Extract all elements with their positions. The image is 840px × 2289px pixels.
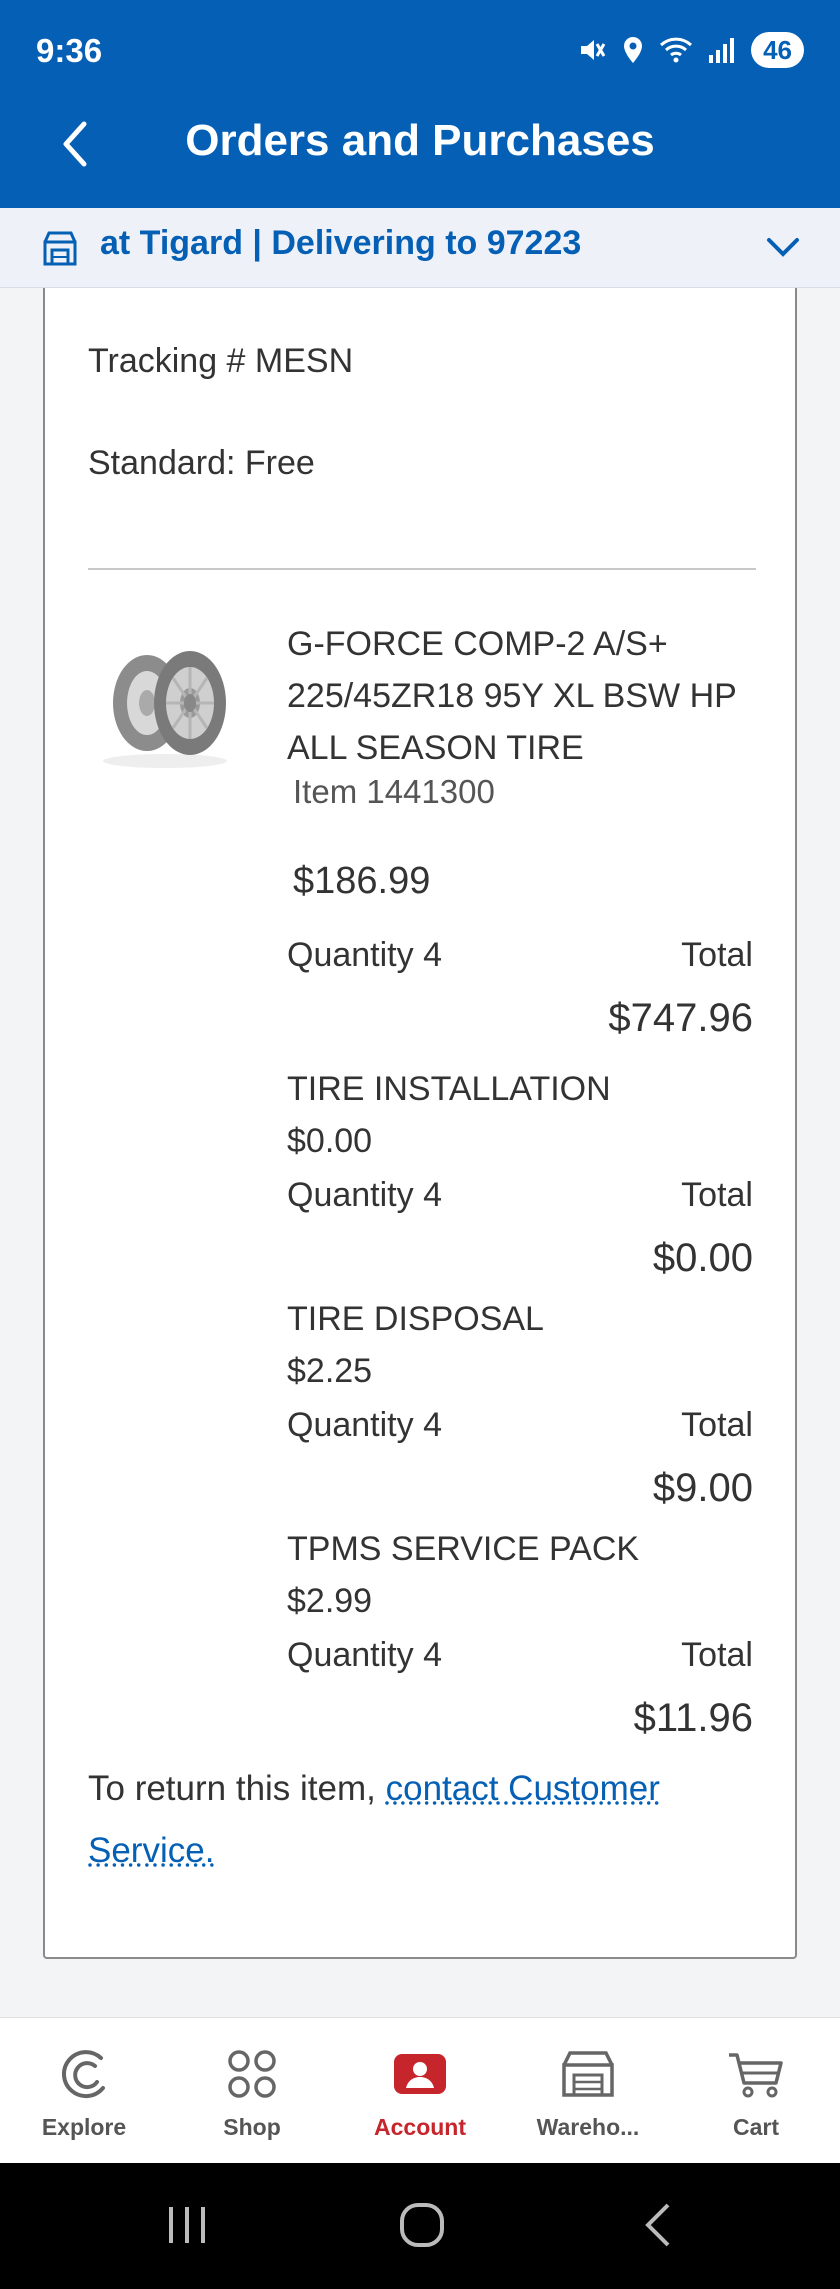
service-total: $11.96	[633, 1696, 753, 1740]
home-button[interactable]	[398, 2201, 446, 2254]
service-name: TIRE INSTALLATION	[287, 1070, 611, 1108]
divider	[88, 568, 756, 570]
service-quantity: Quantity 4	[287, 1176, 442, 1214]
service-total-label: Total	[681, 1406, 753, 1444]
service-total-label: Total	[681, 1636, 753, 1674]
status-bar: 9:36 46	[0, 0, 840, 104]
order-card: Tracking # MESN Standard: Free G-FORCE C…	[43, 288, 797, 1959]
product-image[interactable]	[95, 633, 235, 773]
home-icon	[400, 2203, 444, 2247]
product-total: $747.96	[608, 996, 753, 1040]
nav-label: Cart	[732, 2114, 779, 2140]
nav-cart[interactable]: Cart	[672, 2018, 840, 2163]
system-nav-bar	[0, 2163, 840, 2289]
nav-explore[interactable]: Explore	[0, 2018, 168, 2163]
bottom-nav: Explore Shop Account Wareho... Cart	[0, 2017, 840, 2163]
explore-icon	[55, 2046, 113, 2102]
nav-shop[interactable]: Shop	[168, 2018, 336, 2163]
product-quantity: Quantity 4	[287, 936, 442, 974]
nav-label: Wareho...	[536, 2114, 640, 2140]
tracking-number: Tracking # MESN	[88, 342, 354, 380]
service-quantity: Quantity 4	[287, 1636, 442, 1674]
status-time: 9:36	[36, 32, 103, 69]
recent-apps-icon	[169, 2207, 205, 2243]
tire-icon	[103, 651, 227, 768]
item-number: Item 1441300	[293, 773, 495, 810]
service-total-label: Total	[681, 1176, 753, 1214]
shop-icon	[226, 2046, 278, 2102]
location-text: at Tigard | Delivering to 97223	[100, 224, 582, 262]
battery-indicator: 46	[751, 32, 804, 68]
nav-label: Shop	[223, 2114, 281, 2140]
service-quantity: Quantity 4	[287, 1406, 442, 1444]
service-name: TPMS SERVICE PACK	[287, 1530, 640, 1568]
product-total-label: Total	[681, 936, 753, 974]
nav-label: Account	[374, 2114, 466, 2140]
cart-icon	[727, 2046, 785, 2102]
service-price: $2.99	[287, 1582, 373, 1620]
store-icon	[40, 228, 80, 273]
nav-warehouse[interactable]: Wareho...	[504, 2018, 672, 2163]
back-icon	[645, 2203, 670, 2247]
page-title: Orders and Purchases	[185, 116, 655, 165]
wifi-icon	[659, 35, 693, 65]
return-instructions: To return this item, contact Customer Se…	[88, 1758, 768, 1882]
location-icon	[621, 35, 645, 65]
service-name: TIRE DISPOSAL	[287, 1300, 544, 1338]
service-price: $2.25	[287, 1352, 373, 1390]
nav-account[interactable]: Account	[336, 2018, 504, 2163]
service-total: $9.00	[652, 1466, 753, 1510]
mute-icon	[577, 35, 607, 65]
unit-price: $186.99	[293, 860, 431, 902]
return-prefix: To return this item,	[88, 1769, 386, 1808]
status-icons: 46	[577, 30, 804, 70]
recent-apps-button[interactable]	[165, 2201, 209, 2254]
nav-label: Explore	[41, 2114, 127, 2140]
warehouse-icon	[560, 2046, 616, 2102]
product-name[interactable]: G-FORCE COMP-2 A/S+ 225/45ZR18 95Y XL BS…	[287, 618, 757, 774]
account-icon	[392, 2046, 448, 2102]
app-header: 9:36 46 Orders and Purchases	[0, 0, 840, 208]
signal-icon	[707, 35, 737, 65]
service-total: $0.00	[652, 1236, 753, 1280]
location-selector[interactable]: at Tigard | Delivering to 97223	[0, 208, 840, 288]
chevron-down-icon[interactable]	[766, 236, 800, 263]
shipping-method: Standard: Free	[88, 444, 315, 482]
service-price: $0.00	[287, 1122, 373, 1160]
system-back-button[interactable]	[640, 2201, 674, 2254]
